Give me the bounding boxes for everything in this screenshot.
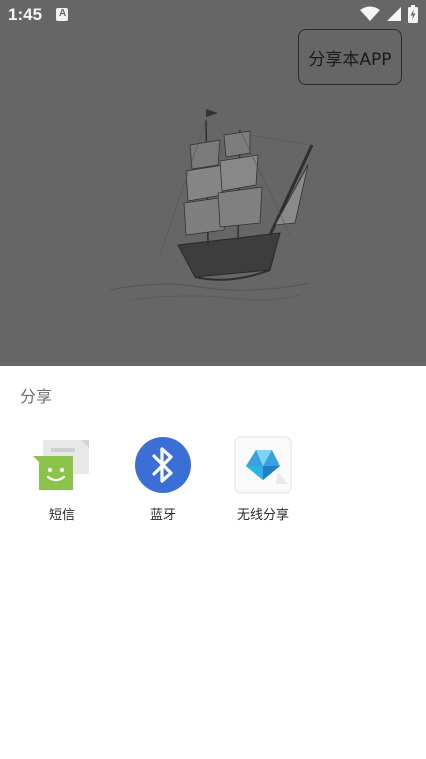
share-targets: 短信 蓝牙 无线分享 (0, 436, 426, 536)
status-time: 1:45 (8, 5, 43, 24)
app-background: 1:45 A 分享本APP (0, 0, 426, 366)
share-target-wireless[interactable]: 无线分享 (213, 436, 313, 526)
sailing-ship-illustration (109, 109, 314, 301)
share-target-label: 短信 (48, 508, 75, 523)
share-sheet: 分享 短信 蓝牙 无线分享 (0, 366, 426, 759)
share-target-label: 无线分享 (236, 508, 289, 523)
sms-messaging-icon (33, 436, 91, 494)
wireless-share-icon (234, 436, 292, 494)
share-target-bluetooth[interactable]: 蓝牙 (113, 436, 213, 526)
status-icons (360, 5, 418, 23)
a-icon: A (56, 8, 68, 21)
share-sheet-title: 分享 (20, 387, 53, 406)
share-target-label: 蓝牙 (149, 508, 176, 523)
status-bar: 1:45 A (0, 0, 426, 30)
signal-icon (387, 7, 401, 21)
wifi-icon (360, 6, 380, 21)
bluetooth-icon (134, 436, 192, 494)
share-target-sms[interactable]: 短信 (12, 436, 112, 526)
share-app-button[interactable]: 分享本APP (298, 29, 402, 85)
battery-charging-icon (408, 5, 418, 23)
